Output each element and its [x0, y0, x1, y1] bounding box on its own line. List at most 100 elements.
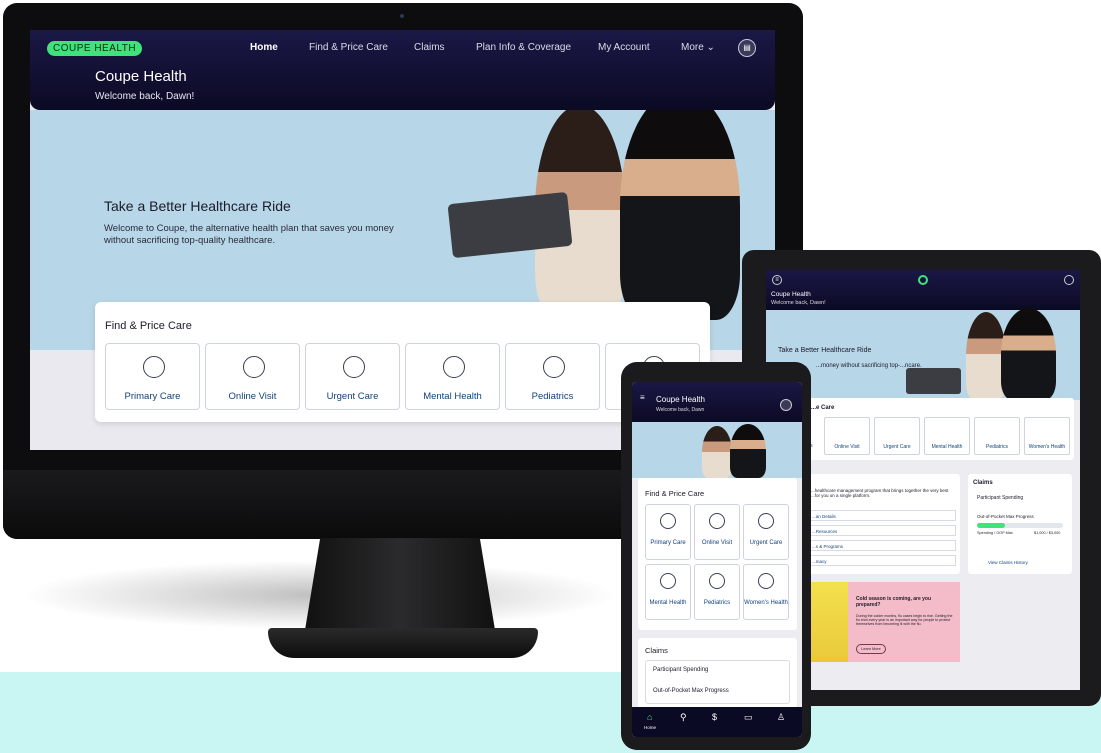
briefcase-icon[interactable]: ▭: [744, 712, 753, 723]
heart-icon: [758, 573, 774, 589]
tablet-tile-mental[interactable]: Mental Health: [924, 417, 970, 455]
parent-child-icon: [709, 573, 725, 589]
phone-spending-box: Participant Spending Out-of-Pocket Max P…: [645, 660, 790, 704]
tile-urgent-care[interactable]: Urgent Care: [305, 343, 400, 410]
head-plus-icon: [660, 573, 676, 589]
tablet-header: ≡ Coupe Health Welcome back, Dawn!: [766, 270, 1080, 310]
phone-tile-urgent[interactable]: Urgent Care: [743, 504, 789, 560]
tablet-hero-title: Take a Better Healthcare Ride: [778, 347, 872, 354]
tablet-intro-card: ...healthcare management program that br…: [806, 474, 960, 574]
hero-person-2: [620, 90, 740, 320]
doctor-icon: [143, 356, 165, 378]
home-icon[interactable]: ⌂: [647, 712, 652, 722]
tablet-oop: Out-of-Pocket Max Progress: [977, 514, 1034, 519]
nav-claims[interactable]: Claims: [414, 42, 445, 53]
monitor-base: [268, 628, 538, 658]
tablet-claims-title: Claims: [973, 480, 993, 486]
phone-hero-person-2: [730, 424, 766, 478]
phone-tile-womens[interactable]: Women's Health: [743, 564, 789, 620]
tablet-hero-person-2: [1001, 308, 1056, 400]
phone-screen: ≡ Coupe Health Welcome back, Dawn Find &…: [632, 382, 802, 737]
card-title: Find & Price Care: [105, 320, 192, 332]
camera-dot: [400, 14, 404, 18]
promo-title: Cold season is coming, are you prepared?: [856, 596, 932, 608]
phone-claims-card: Claims Participant Spending Out-of-Pocke…: [638, 638, 797, 708]
promo-image: [806, 582, 848, 662]
phone-tile-pediatrics[interactable]: Pediatrics: [694, 564, 740, 620]
home-label: Home: [644, 725, 657, 730]
phone-oop: Out-of-Pocket Max Progress: [653, 688, 729, 694]
nav-more[interactable]: More ⌄: [681, 42, 715, 53]
logo-icon[interactable]: [918, 275, 928, 285]
phone-participant: Participant Spending: [653, 667, 709, 673]
phone-header: ≡ Coupe Health Welcome back, Dawn: [632, 382, 802, 422]
find-care-card: Find & Price Care Primary Care Online Vi…: [95, 302, 710, 422]
tablet-promo: Cold season is coming, are you prepared?…: [806, 582, 960, 662]
monitor-stand: [305, 538, 495, 630]
tablet-screen: ≡ Coupe Health Welcome back, Dawn! Take …: [766, 270, 1080, 690]
dollar-icon[interactable]: $: [712, 712, 717, 722]
tablet-claims-history[interactable]: View Claims History: [988, 560, 1028, 565]
tablet-tile-pediatrics[interactable]: Pediatrics: [974, 417, 1020, 455]
phone-claims-title: Claims: [645, 646, 668, 655]
tablet-illustration: [906, 368, 961, 394]
tablet-participant: Participant Spending: [977, 495, 1024, 501]
tablet-card-title: ...e Care: [811, 405, 835, 411]
phone-brand: Coupe Health: [656, 395, 705, 404]
phone-bottom-nav: ⌂ Home ⚲ $ ▭ ♙: [632, 707, 802, 737]
tablet-link-resources[interactable]: ...Resources: [808, 525, 956, 536]
tablet-link-programs[interactable]: ...s & Programs: [808, 540, 956, 551]
tablet-intro: ...healthcare management program that br…: [811, 488, 949, 498]
phone-tile-online[interactable]: Online Visit: [694, 504, 740, 560]
search-icon[interactable]: ⚲: [680, 712, 687, 723]
phone-tile-mental[interactable]: Mental Health: [645, 564, 691, 620]
nav-my-account[interactable]: My Account: [598, 42, 650, 53]
hero-text: Welcome to Coupe, the alternative health…: [104, 223, 394, 246]
tablet-find-care-card: ...e Care ...s Online Visit Urgent Care …: [806, 398, 1074, 460]
tablet-hero-person-1: [966, 312, 1006, 400]
phone-hero-person-1: [702, 426, 732, 478]
tablet-tile-online[interactable]: Online Visit: [824, 417, 870, 455]
tile-mental-health[interactable]: Mental Health: [405, 343, 500, 410]
clock-heart-icon: [343, 356, 365, 378]
tablet-claims-card: Claims Participant Spending Out-of-Pocke…: [968, 474, 1072, 574]
phone-plus-icon: [709, 513, 725, 529]
tablet-progress-fill: [977, 523, 1006, 528]
logo[interactable]: COUPE HEALTH: [47, 41, 143, 56]
tile-pediatrics[interactable]: Pediatrics: [505, 343, 600, 410]
tablet-hero: [766, 308, 1080, 400]
learn-more-button[interactable]: Learn More: [856, 644, 886, 654]
top-navbar: COUPE HEALTH Home Find & Price Care Clai…: [30, 30, 775, 110]
phone-card-title: Find & Price Care: [645, 489, 705, 498]
nav-home[interactable]: Home: [250, 42, 278, 53]
tablet-progress-track: [977, 523, 1063, 528]
phone-tile-primary[interactable]: Primary Care: [645, 504, 691, 560]
tablet-link-plan[interactable]: ...an Details: [808, 510, 956, 521]
tablet-link-pharmacy[interactable]: ...macy: [808, 555, 956, 566]
tablet-welcome: Welcome back, Dawn!: [771, 300, 826, 306]
id-card-icon[interactable]: ▤: [738, 39, 756, 57]
promo-text: During the colder months, flu cases begi…: [856, 614, 953, 626]
menu-icon[interactable]: ≡: [772, 275, 782, 285]
id-card-icon[interactable]: [780, 399, 792, 411]
tablet-amount: $1,000 / $3,000: [1034, 531, 1061, 535]
head-plus-icon: [443, 356, 465, 378]
profile-icon[interactable]: ♙: [777, 712, 785, 723]
nav-find-price-care[interactable]: Find & Price Care: [309, 42, 388, 53]
tile-primary-care[interactable]: Primary Care: [105, 343, 200, 410]
tile-online-visit[interactable]: Online Visit: [205, 343, 300, 410]
tablet-hero-text: ...money without sacrificing top-...ncar…: [816, 363, 922, 369]
parent-child-icon: [543, 356, 565, 378]
id-card-icon[interactable]: [1064, 275, 1074, 285]
phone-find-care-card: Find & Price Care Primary Care Online Vi…: [638, 478, 797, 630]
hero-title: Take a Better Healthcare Ride: [104, 198, 291, 214]
clock-heart-icon: [758, 513, 774, 529]
tablet-tile-urgent[interactable]: Urgent Care: [874, 417, 920, 455]
nav-plan-info[interactable]: Plan Info & Coverage: [476, 42, 571, 53]
page-title: Coupe Health: [95, 68, 187, 85]
doctor-icon: [660, 513, 676, 529]
welcome-text: Welcome back, Dawn!: [95, 91, 195, 102]
menu-icon[interactable]: ≡: [640, 393, 645, 402]
phone-plus-icon: [243, 356, 265, 378]
tablet-tile-womens[interactable]: Women's Health: [1024, 417, 1070, 455]
